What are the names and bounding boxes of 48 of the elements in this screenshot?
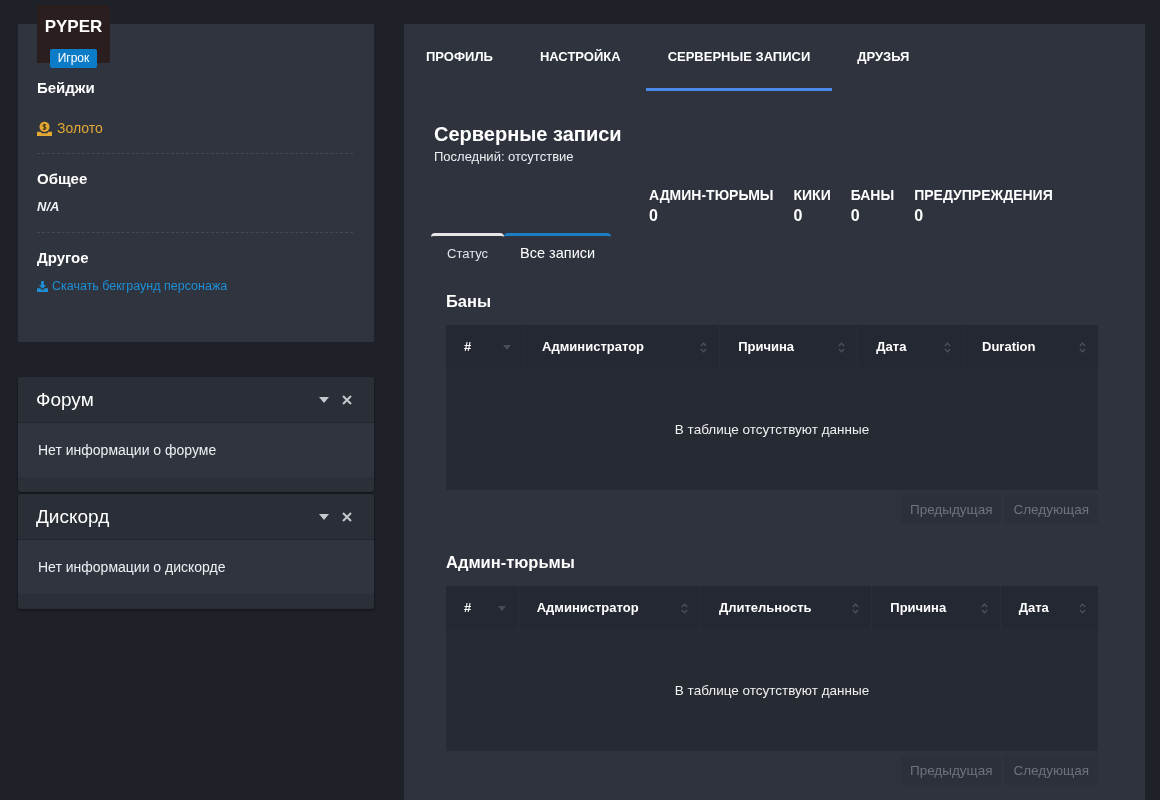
- nav-tab[interactable]: СЕРВЕРНЫЕ ЗАПИСИ: [645, 24, 833, 91]
- stat-label: КИКИ: [793, 186, 831, 204]
- general-value: N/A: [37, 198, 60, 216]
- download-link[interactable]: Скачать бекграунд персонажа: [37, 276, 228, 296]
- column-header[interactable]: Duration: [963, 325, 1098, 367]
- column-header[interactable]: Длительность: [700, 586, 872, 628]
- last-record-text: Последний: отсутствие: [434, 149, 575, 165]
- sub-tab[interactable]: Все записи: [504, 233, 612, 270]
- widget-title: Форум: [36, 388, 95, 411]
- caret-icon[interactable]: [319, 396, 329, 403]
- section-heading: Другое: [37, 248, 89, 268]
- nav-tab[interactable]: НАСТРОЙКА: [517, 24, 643, 91]
- nav-tab[interactable]: ДРУЗЬЯ: [835, 24, 932, 91]
- column-header[interactable]: Администратор: [518, 586, 701, 628]
- role-badge: Игрок: [49, 49, 98, 68]
- stat-label: БАНЫ: [850, 186, 895, 204]
- widget-message: Нет информации о форуме: [38, 442, 217, 458]
- stat-label: АДМИН-ТЮРЬМЫ: [649, 186, 774, 204]
- nav-tab[interactable]: ПРОФИЛЬ: [404, 24, 515, 91]
- column-header[interactable]: Дата: [1000, 586, 1098, 628]
- widget-title: Дискорд: [36, 505, 111, 528]
- stat-value: 0: [649, 206, 658, 226]
- column-header[interactable]: Причина: [871, 586, 1001, 628]
- sub-tab[interactable]: Статус: [431, 233, 505, 270]
- badge-label: Золото: [57, 119, 103, 138]
- stat-value: 0: [850, 206, 860, 226]
- section-heading: Бейджи: [37, 78, 95, 98]
- caret-icon[interactable]: [319, 513, 329, 520]
- coin-icon: [37, 120, 52, 136]
- empty-table-message: В таблице отсутствуют данные: [674, 682, 870, 698]
- stat-value: 0: [793, 206, 803, 226]
- player-name: PYPER: [44, 16, 103, 38]
- empty-table-message: В таблице отсутствуют данные: [674, 421, 870, 437]
- stat-label: ПРЕДУПРЕЖДЕНИЯ: [914, 186, 1053, 204]
- column-header[interactable]: Администратор: [523, 325, 720, 367]
- table-title: Админ-тюрьмы: [446, 552, 576, 572]
- column-header[interactable]: Дата: [857, 325, 964, 367]
- column-header[interactable]: #: [446, 325, 524, 367]
- section-title: Серверные записи: [434, 122, 623, 146]
- stat-value: 0: [914, 206, 924, 226]
- close-icon[interactable]: [342, 394, 352, 405]
- close-icon[interactable]: [342, 511, 352, 522]
- widget-message: Нет информации о дискорде: [38, 559, 226, 575]
- column-header[interactable]: #: [446, 586, 519, 628]
- section-heading: Общее: [37, 169, 88, 189]
- download-icon: [37, 280, 48, 292]
- column-header[interactable]: Причина: [719, 325, 858, 367]
- table-title: Баны: [446, 291, 493, 311]
